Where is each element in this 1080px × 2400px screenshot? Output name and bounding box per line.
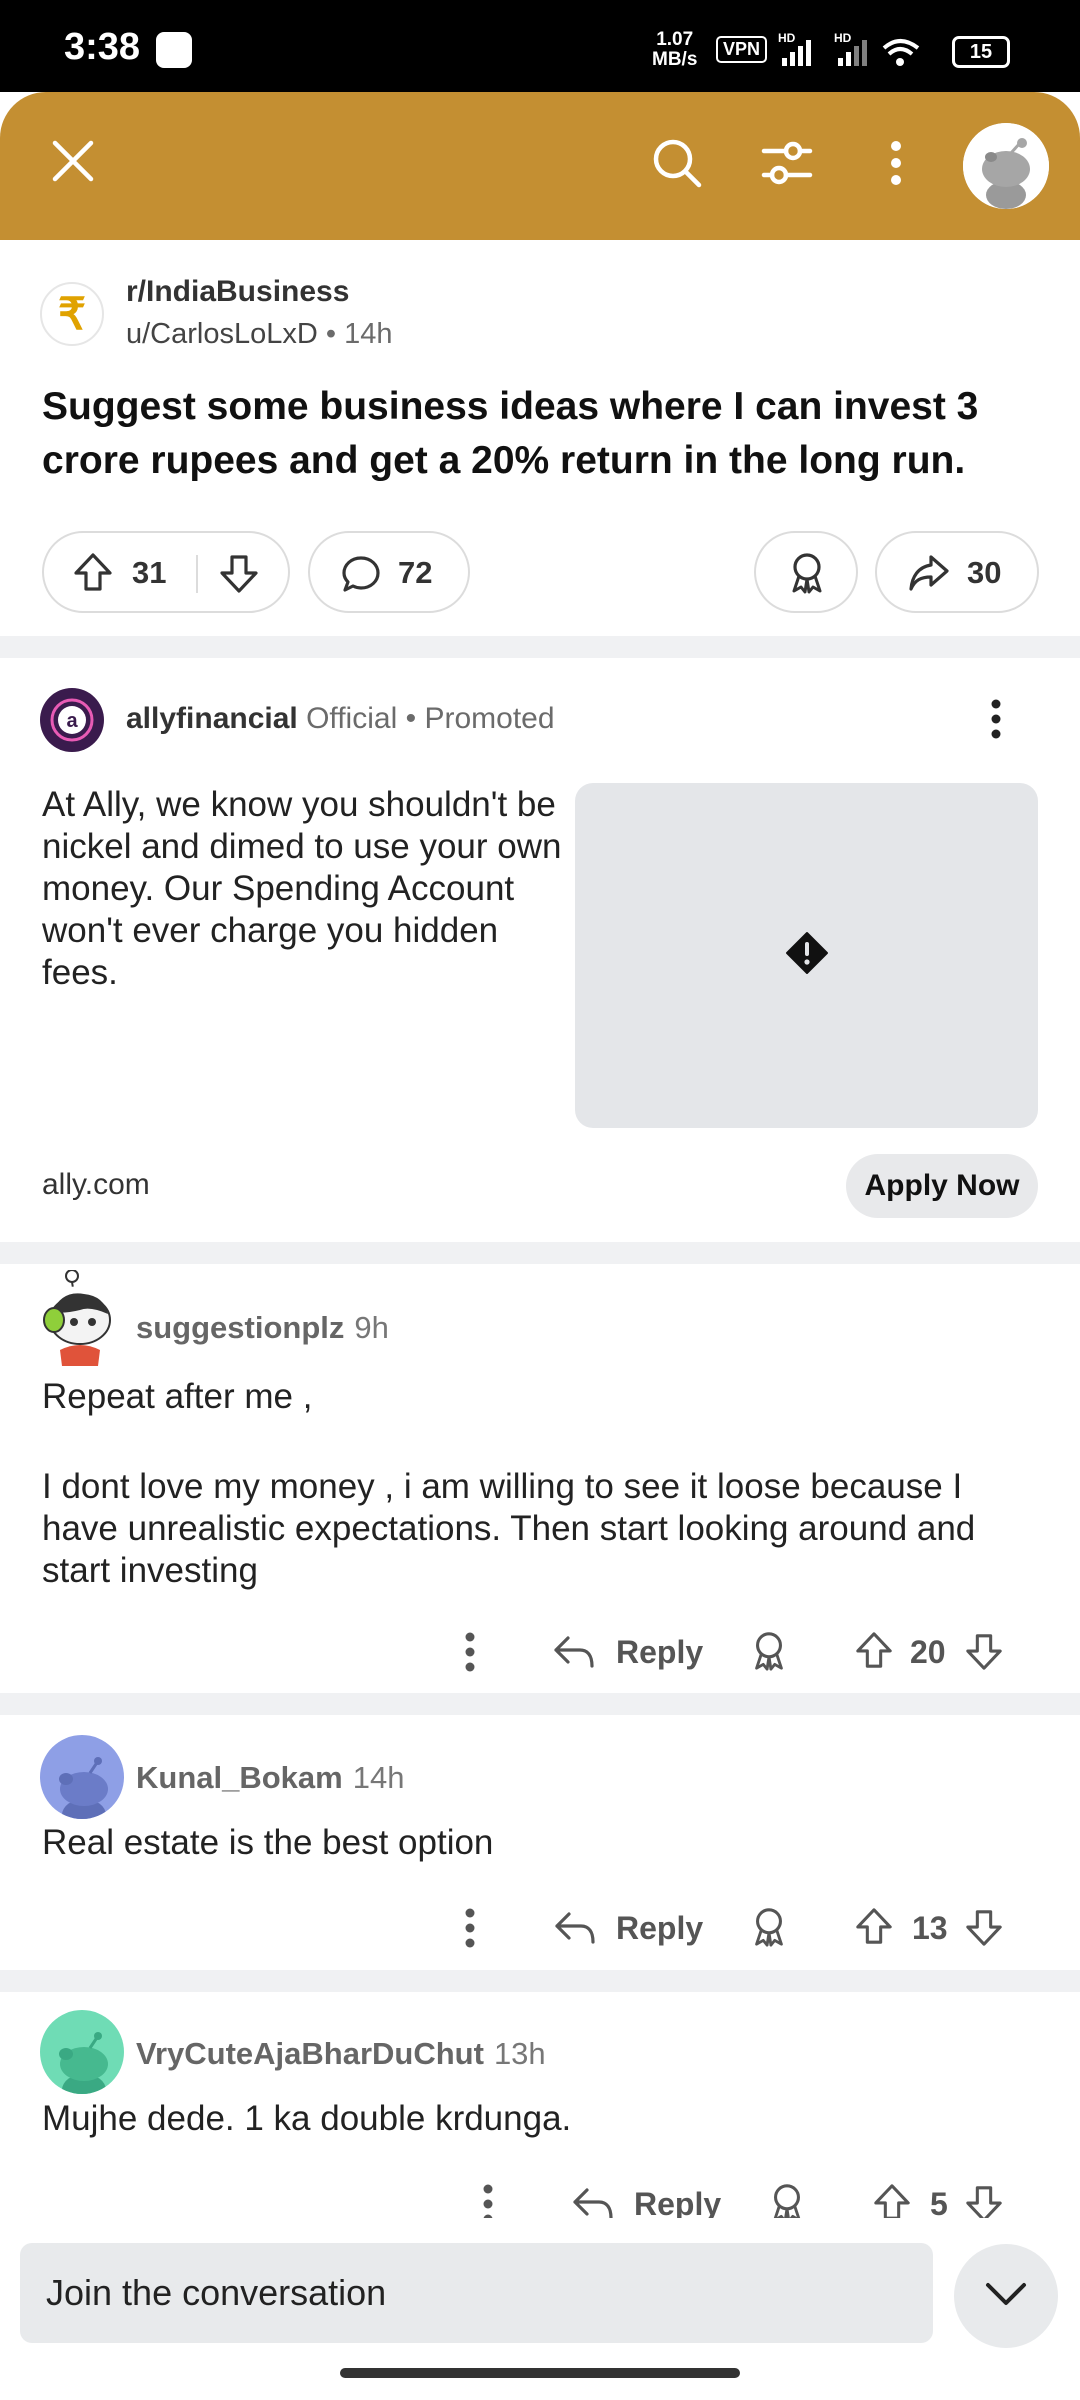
comment-username: suggestionplz 9h [136,1310,389,1345]
upvote-icon[interactable] [72,551,114,598]
section-divider [0,1970,1080,1992]
reply-button[interactable]: Reply [616,1910,703,1947]
comment-line: Real estate is the best option [42,1823,494,1862]
meta-separator: • [405,702,417,735]
comment-line: Repeat after me , [42,1377,313,1416]
post-author[interactable]: u/CarlosLoLxD [126,318,318,350]
share-button[interactable]: 30 [875,531,1039,613]
comment-username: VryCuteAjaBharDuChut 13h [136,2036,546,2071]
award-icon[interactable] [746,1904,792,1950]
comment-avatar[interactable] [40,2010,124,2094]
ad-more-icon[interactable] [978,694,1014,744]
user-avatar[interactable] [963,123,1049,209]
comment-age: 13h [493,2036,546,2071]
comment-avatar[interactable] [40,1269,126,1370]
award-button[interactable] [754,531,858,613]
comment-body: Repeat after me , I dont love my money ,… [42,1376,1042,1592]
share-count: 30 [967,555,1002,590]
post-title: Suggest some business ideas where I can … [42,385,979,482]
ally-logo[interactable]: a [40,688,104,752]
vote-divider [196,555,198,593]
comment-age: 9h [354,1310,389,1345]
comment-body: Mujhe dede. 1 ka double krdunga. [42,2098,1042,2140]
post-age: 14h [344,318,393,350]
image-error-icon [785,931,829,980]
official-label: Official [306,702,398,735]
section-divider [0,636,1080,658]
collapse-button[interactable] [954,2244,1058,2348]
svg-text:HD: HD [834,31,852,45]
comment-more-icon[interactable] [454,1900,486,1956]
status-time: 3:38 [64,26,141,68]
signal-wifi-icons: HD HD [778,31,920,66]
comment-username: Kunal_Bokam 14h [136,1760,405,1795]
status-bar: 3:38 1.07 MB/s VPN HD HD 15 [0,0,1080,92]
chevron-down-icon [984,2280,1028,2313]
ad-header: allyfinancial Official • Promoted [126,702,555,736]
battery-indicator: 15 [952,36,1010,68]
vote-pill: 31 [42,531,290,613]
comment-age: 14h [352,1760,405,1795]
promoted-label: Promoted [424,702,555,735]
subreddit-icon[interactable]: ₹ [40,282,104,346]
award-icon[interactable] [746,1628,792,1674]
upvote-count: 31 [132,555,167,590]
reply-icon[interactable] [552,1906,598,1950]
filter-icon[interactable] [754,130,820,196]
comment-score: 13 [912,1910,948,1946]
comment-icon [340,553,382,600]
comment-avatar[interactable] [40,1735,124,1819]
network-speed: 1.07 MB/s [652,29,698,70]
post-author-line: u/CarlosLoLxD • 14h [126,318,393,351]
comments-button[interactable]: 72 [308,531,470,613]
downvote-icon[interactable] [218,553,260,600]
award-icon [785,551,829,600]
svg-text:HD: HD [778,31,796,45]
upvote-icon[interactable] [852,1904,896,1948]
ad-text: At Ally, we know you shouldn't be nickel… [42,785,562,992]
subreddit-name[interactable]: r/IndiaBusiness [126,275,349,309]
vpn-badge: VPN [716,36,768,63]
comment-paragraph-gap [42,1418,1042,1466]
reply-button[interactable]: Reply [616,1634,703,1671]
section-divider [0,1693,1080,1715]
more-vertical-icon[interactable] [868,130,924,196]
app-notification-icon [156,32,192,68]
section-divider [0,1242,1080,1264]
comment-line: I dont love my money , i am willing to s… [42,1467,976,1590]
advertiser-name[interactable]: allyfinancial [126,702,298,735]
apply-now-button[interactable]: Apply Now [846,1154,1038,1218]
downvote-icon[interactable] [962,1906,1006,1950]
meta-separator: • [325,318,337,350]
ad-image-placeholder[interactable] [575,783,1038,1128]
comment-count: 72 [398,555,433,590]
downvote-icon[interactable] [962,1630,1006,1674]
home-indicator[interactable] [340,2368,740,2378]
share-icon [907,553,951,598]
search-icon[interactable] [644,130,710,196]
ad-domain[interactable]: ally.com [42,1168,150,1202]
upvote-icon[interactable] [852,1628,896,1672]
comment-score: 20 [910,1634,946,1670]
join-conversation-input[interactable]: Join the conversation [20,2243,933,2343]
close-icon[interactable] [40,128,106,194]
comment-line: Mujhe dede. 1 ka double krdunga. [42,2099,572,2138]
reply-icon[interactable] [552,1630,596,1674]
svg-text:a: a [66,710,78,732]
comment-body: Real estate is the best option [42,1822,1042,1864]
comment-more-icon[interactable] [454,1624,486,1680]
